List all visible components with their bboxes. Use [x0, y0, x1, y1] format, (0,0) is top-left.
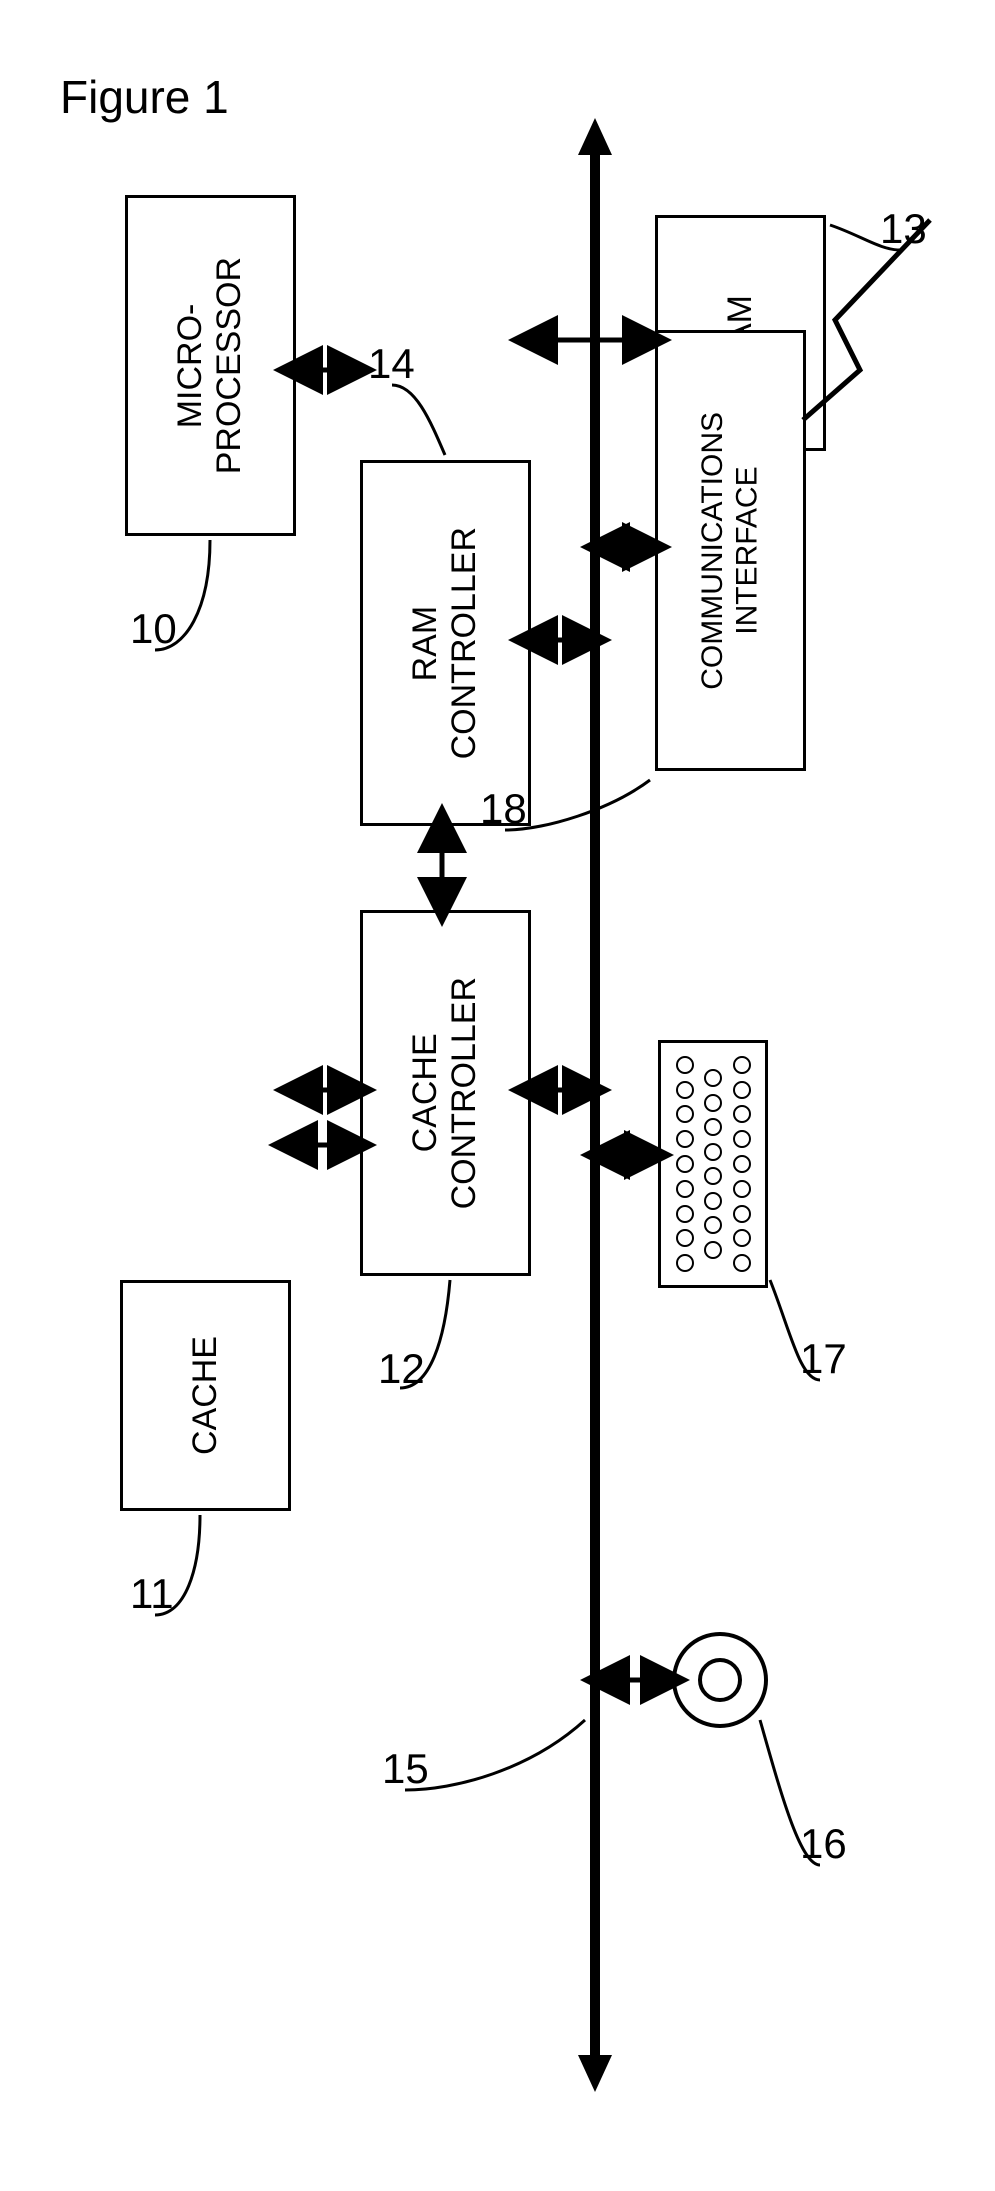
diagram-svg — [0, 0, 995, 2190]
bus-line — [578, 118, 612, 2092]
zigzag-link — [803, 220, 930, 420]
disc-icon — [674, 1634, 766, 1726]
